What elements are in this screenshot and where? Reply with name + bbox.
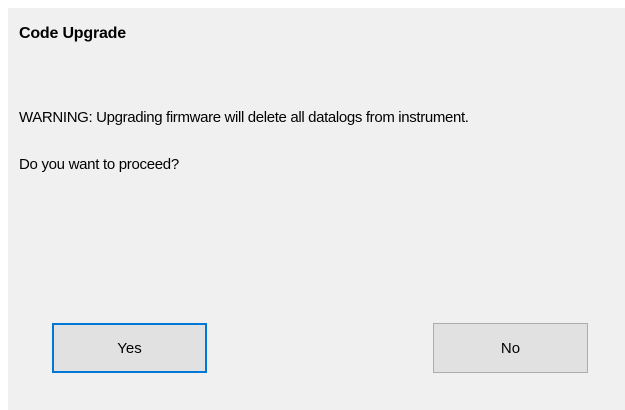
proceed-question: Do you want to proceed? bbox=[19, 156, 179, 173]
warning-message: WARNING: Upgrading firmware will delete … bbox=[19, 109, 469, 126]
no-button[interactable]: No bbox=[433, 323, 588, 373]
code-upgrade-dialog: Code Upgrade WARNING: Upgrading firmware… bbox=[8, 8, 625, 410]
dialog-title: Code Upgrade bbox=[19, 25, 126, 42]
yes-button[interactable]: Yes bbox=[52, 323, 207, 373]
